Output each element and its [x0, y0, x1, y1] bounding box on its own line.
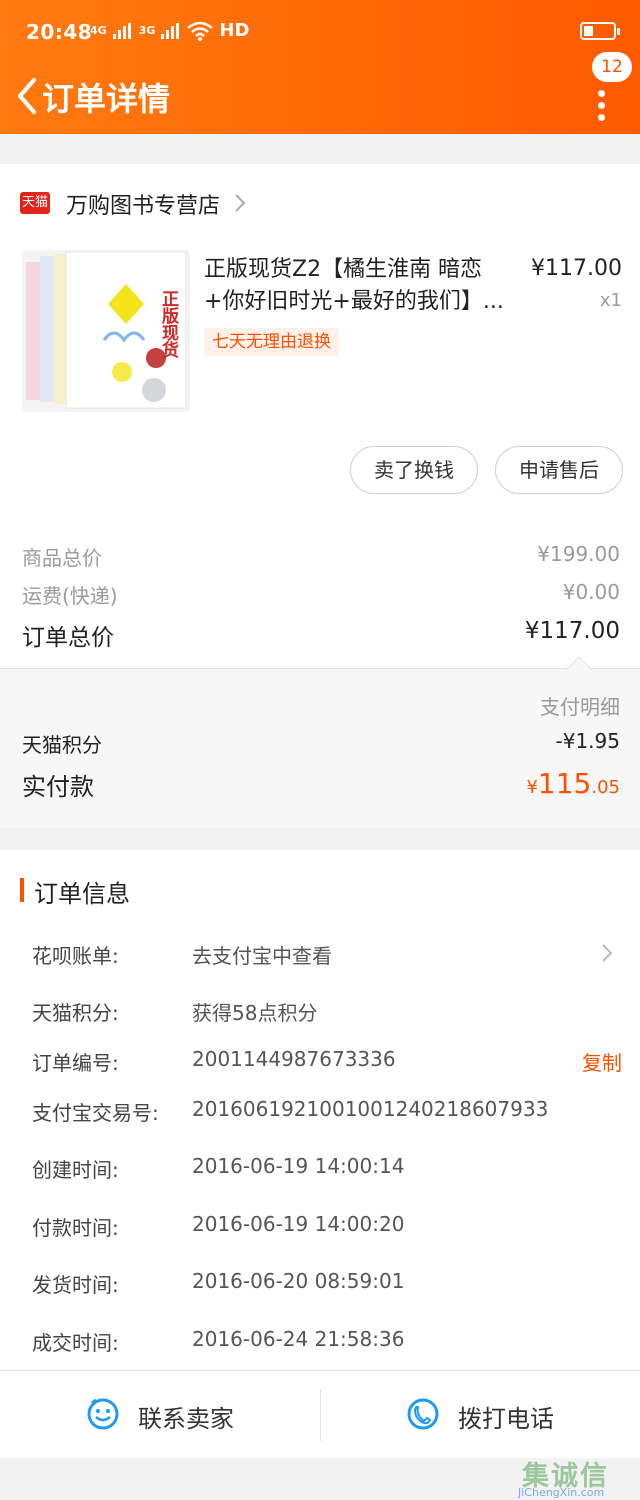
- info-value: 2016-06-19 14:00:14: [192, 1154, 405, 1178]
- paid-row: 实付款 ¥115.05: [22, 767, 620, 801]
- signal-icon: [112, 22, 133, 39]
- page-title: 订单详情: [42, 80, 171, 118]
- points-label: 天猫积分: [22, 733, 102, 757]
- copy-button[interactable]: 复制: [582, 1047, 622, 1076]
- hd-label: HD: [219, 20, 250, 41]
- pointer-caret-icon: [566, 657, 592, 670]
- product-quantity: x1: [599, 290, 622, 311]
- info-value: 2016-06-24 21:58:36: [192, 1327, 405, 1351]
- chevron-right-icon: [235, 194, 246, 212]
- section-accent-bar: [20, 878, 24, 902]
- info-key: 发货时间:: [32, 1273, 119, 1297]
- info-key: 订单编号:: [32, 1051, 119, 1075]
- order-info-title: 订单信息: [34, 880, 130, 908]
- info-value[interactable]: 去支付宝中查看: [192, 940, 332, 969]
- more-menu-icon[interactable]: [596, 82, 606, 122]
- chat-smile-icon: [87, 1398, 119, 1430]
- phone-icon: [407, 1398, 439, 1430]
- signal-icon-2: [161, 22, 181, 39]
- chevron-right-icon: [602, 944, 613, 962]
- network-3g-label: 3G: [138, 24, 156, 37]
- product-price: ¥117.00: [531, 256, 622, 281]
- info-row-points: 天猫积分: 获得58点积分: [32, 997, 622, 1027]
- order-info-card: 订单信息 花呗账单: 去支付宝中查看 天猫积分: 获得58点积分 订单编号: 2…: [0, 850, 640, 1370]
- site-watermark: 集诚信 JiChengXin.com: [516, 1454, 632, 1499]
- info-key: 支付宝交易号:: [32, 1101, 159, 1125]
- shipping-label: 运费(快递): [22, 584, 118, 608]
- info-key: 成交时间:: [32, 1331, 119, 1355]
- bottom-action-bar: 联系卖家 拨打电话: [0, 1370, 640, 1458]
- payment-detail-panel: 支付明细 天猫积分 -¥1.95 实付款 ¥115.05: [0, 657, 640, 828]
- network-indicators: 4G 3G HD: [90, 20, 249, 41]
- order-card: 天猫 万购图书专营店 正版现货 正版现货Z2【橘生淮南 暗恋+你好旧时光+最好的…: [0, 164, 640, 668]
- status-time: 20:48: [26, 20, 93, 44]
- info-key: 花呗账单:: [32, 944, 119, 968]
- info-row-created: 创建时间: 2016-06-19 14:00:14: [32, 1154, 622, 1184]
- return-policy-tag: 七天无理由退换: [204, 328, 339, 356]
- app-header: 20:48 4G 3G HD 订单详情 12: [0, 0, 640, 134]
- product-thumbnail[interactable]: 正版现货: [22, 250, 190, 412]
- info-row-shipped: 发货时间: 2016-06-20 08:59:01: [32, 1269, 622, 1299]
- back-arrow-icon[interactable]: [12, 76, 46, 116]
- store-name[interactable]: 万购图书专营店: [66, 188, 220, 220]
- watermark-url: JiChengXin.com: [518, 1486, 605, 1499]
- paid-decimal: .05: [591, 777, 620, 798]
- call-phone-label: 拨打电话: [458, 1405, 554, 1433]
- battery-icon: [580, 22, 620, 40]
- product-name[interactable]: 正版现货Z2【橘生淮南 暗恋+你好旧时光+最好的我们】...: [204, 254, 504, 318]
- info-value: 2016-06-20 08:59:01: [192, 1269, 405, 1293]
- contact-seller-button[interactable]: 联系卖家: [0, 1371, 320, 1459]
- message-count-badge[interactable]: 12: [592, 52, 632, 82]
- info-value: 2016-06-19 14:00:20: [192, 1212, 405, 1236]
- store-row[interactable]: 天猫 万购图书专营店: [0, 164, 640, 244]
- info-value: 2016061921001001240218607933: [192, 1097, 549, 1121]
- network-4g-label: 4G: [90, 24, 107, 37]
- info-key: 付款时间:: [32, 1216, 119, 1240]
- paid-amount: ¥115.05: [526, 767, 620, 800]
- info-value: 获得58点积分: [192, 1001, 318, 1025]
- after-sale-button[interactable]: 申请售后: [495, 446, 623, 494]
- info-key: 天猫积分:: [32, 1001, 119, 1025]
- nav-bar: 订单详情 12: [0, 52, 640, 134]
- points-value: -¥1.95: [555, 729, 620, 753]
- order-number-value: 2001144987673336: [192, 1047, 396, 1071]
- info-row-order-number: 订单编号: 2001144987673336 复制: [32, 1047, 622, 1077]
- wifi-icon: [187, 21, 214, 41]
- info-row-completed: 成交时间: 2016-06-24 21:58:36: [32, 1327, 622, 1357]
- status-bar: 20:48 4G 3G HD: [0, 0, 640, 62]
- info-row-paid: 付款时间: 2016-06-19 14:00:20: [32, 1212, 622, 1242]
- payment-detail-link[interactable]: 支付明细: [540, 691, 620, 720]
- paid-currency: ¥: [526, 777, 538, 798]
- cover-text: 正版现货: [158, 290, 179, 359]
- goods-total-value: ¥199.00: [537, 542, 620, 566]
- shipping-value: ¥0.00: [562, 580, 620, 604]
- info-row-huabei[interactable]: 花呗账单: 去支付宝中查看: [32, 940, 622, 970]
- info-row-alipay-trade: 支付宝交易号: 2016061921001001240218607933: [32, 1097, 622, 1127]
- contact-seller-label: 联系卖家: [138, 1405, 234, 1433]
- info-key: 创建时间:: [32, 1158, 119, 1182]
- paid-integer: 115: [537, 767, 592, 800]
- call-phone-button[interactable]: 拨打电话: [320, 1371, 640, 1459]
- sell-button[interactable]: 卖了换钱: [350, 446, 478, 494]
- paid-label: 实付款: [22, 773, 94, 801]
- tmall-logo-icon: 天猫: [20, 192, 50, 214]
- book-cover-icon: 正版现货: [22, 250, 190, 412]
- goods-total-label: 商品总价: [22, 546, 102, 570]
- order-total-label: 订单总价: [22, 625, 114, 651]
- order-total-value: ¥117.00: [524, 618, 620, 644]
